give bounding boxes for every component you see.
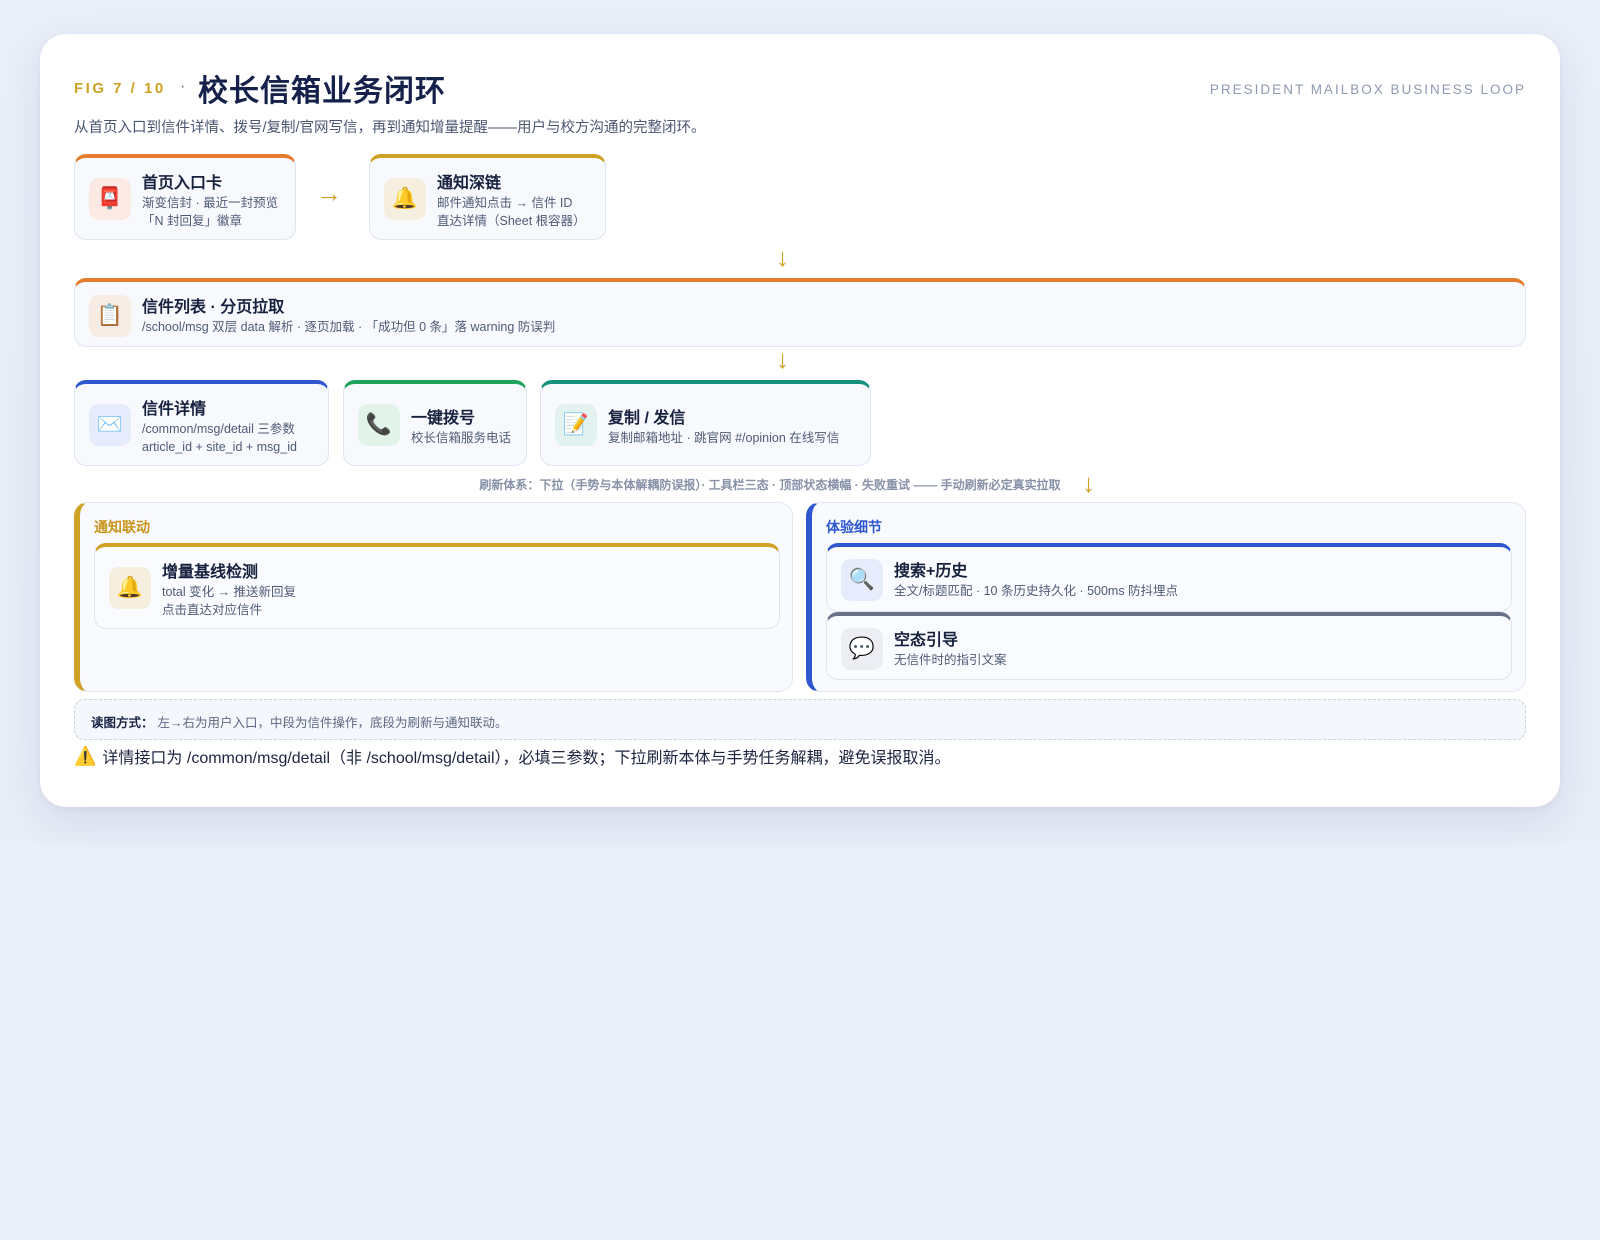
arrow-down: ↓ [776, 242, 789, 272]
node-desc: 全文/标题匹配 · 10 条历史持久化 · 500ms 防抖埋点 [894, 584, 1179, 598]
node-title: 搜索+历史 [894, 563, 968, 580]
node-search-history: 🔍 搜索+历史 全文/标题匹配 · 10 条历史持久化 · 500ms 防抖埋点 [826, 543, 1512, 612]
refresh-system-text: 刷新体系：下拉（手势与本体解耦防误报）· 工具栏三态 · 顶部状态横幅 · 失败… [40, 476, 1560, 493]
node-title: 复制 / 发信 [608, 410, 686, 427]
note-label: 读图方式： [91, 716, 154, 730]
node-title: 通知深链 [437, 175, 502, 192]
node-desc: 渐变信封 · 最近一封预览 [142, 196, 279, 210]
node-desc: 点击直达对应信件 [162, 603, 263, 617]
title-separator: · [180, 78, 186, 95]
phone-icon: 📞 [358, 404, 400, 446]
node-one-click-dial: 📞 一键拨号 校长信箱服务电话 [343, 380, 527, 466]
node-title: 首页入口卡 [142, 175, 223, 192]
node-title: 一键拨号 [411, 410, 476, 427]
node-desc: /common/msg/detail 三参数 [142, 422, 295, 436]
node-desc: 直达详情（Sheet 根容器） [437, 214, 586, 228]
node-letter-detail: ✉️ 信件详情 /common/msg/detail 三参数 article_i… [74, 380, 329, 466]
bell-icon: 🔔 [384, 178, 426, 220]
arrow-right: → [316, 178, 342, 208]
group-notify-linkage: 通知联动 🔔 增量基线检测 total 变化 → 推送新回复 点击直达对应信件 [74, 502, 793, 692]
magnifier-icon: 🔍 [841, 559, 883, 601]
mailbox-icon: 📮 [89, 178, 131, 220]
page-subtitle: 从首页入口到信件详情、拨号/复制/官网写信，再到通知增量提醒——用户与校方沟通的… [74, 120, 706, 136]
node-desc: 复制邮箱地址 · 跳官网 #/opinion 在线写信 [608, 431, 840, 445]
header: FIG 7 / 10 · 校长信箱业务闭环 PRESIDENT MAILBOX … [74, 66, 1526, 108]
node-title: 信件详情 [142, 401, 207, 418]
note-text: 左→右为用户入口，中段为信件操作，底段为刷新与通知联动。 [157, 716, 508, 730]
reading-guide-note: 读图方式： 左→右为用户入口，中段为信件操作，底段为刷新与通知联动。 [74, 699, 1526, 740]
node-desc: /school/msg 双层 data 解析 · 逐页加载 · 「成功但 0 条… [142, 320, 556, 334]
speech-bubble-icon: 💬 [841, 628, 883, 670]
group-title: 体验细节 [826, 519, 882, 535]
group-title: 通知联动 [94, 519, 150, 535]
node-desc: total 变化 → 推送新回复 [162, 585, 297, 599]
arrow-down: ↓ [776, 344, 789, 374]
group-experience-details: 体验细节 🔍 搜索+历史 全文/标题匹配 · 10 条历史持久化 · 500ms… [806, 502, 1526, 692]
figure-label: FIG 7 / 10 [74, 80, 166, 97]
node-desc: article_id + site_id + msg_id [142, 440, 297, 454]
node-incremental-baseline: 🔔 增量基线检测 total 变化 → 推送新回复 点击直达对应信件 [94, 543, 780, 629]
envelope-icon: ✉️ [89, 404, 131, 446]
diagram-card: FIG 7 / 10 · 校长信箱业务闭环 PRESIDENT MAILBOX … [40, 34, 1560, 807]
arrow-down: ↓ [1082, 468, 1095, 498]
node-copy-send: 📝 复制 / 发信 复制邮箱地址 · 跳官网 #/opinion 在线写信 [540, 380, 871, 466]
node-title: 信件列表 · 分页拉取 [142, 299, 285, 316]
node-title: 增量基线检测 [162, 564, 259, 581]
refresh-system-label: 刷新体系：下拉（手势与本体解耦防误报）· 工具栏三态 · 顶部状态横幅 · 失败… [479, 478, 1061, 492]
node-desc: 校长信箱服务电话 [411, 431, 512, 445]
clipboard-icon: 📋 [89, 295, 131, 337]
warning-line: ⚠️ 详情接口为 /common/msg/detail（非 /school/ms… [74, 744, 951, 768]
node-letter-list: 📋 信件列表 · 分页拉取 /school/msg 双层 data 解析 · 逐… [74, 278, 1526, 347]
node-desc: 无信件时的指引文案 [894, 653, 1007, 667]
warning-icon: ⚠️ [74, 745, 97, 766]
node-empty-state-guide: 💬 空态引导 无信件时的指引文案 [826, 612, 1512, 680]
memo-icon: 📝 [555, 404, 597, 446]
node-desc: 「N 封回复」徽章 [142, 214, 243, 228]
node-notify-deeplink: 🔔 通知深链 邮件通知点击 → 信件 ID 直达详情（Sheet 根容器） [369, 154, 606, 240]
english-title: PRESIDENT MAILBOX BUSINESS LOOP [1209, 82, 1526, 97]
page-title: 校长信箱业务闭环 [198, 75, 446, 108]
node-home-entry: 📮 首页入口卡 渐变信封 · 最近一封预览 「N 封回复」徽章 [74, 154, 296, 240]
bell-icon: 🔔 [109, 567, 151, 609]
node-title: 空态引导 [894, 632, 959, 649]
node-desc: 邮件通知点击 → 信件 ID [437, 196, 573, 210]
warning-text: 详情接口为 /common/msg/detail（非 /school/msg/d… [102, 750, 951, 767]
